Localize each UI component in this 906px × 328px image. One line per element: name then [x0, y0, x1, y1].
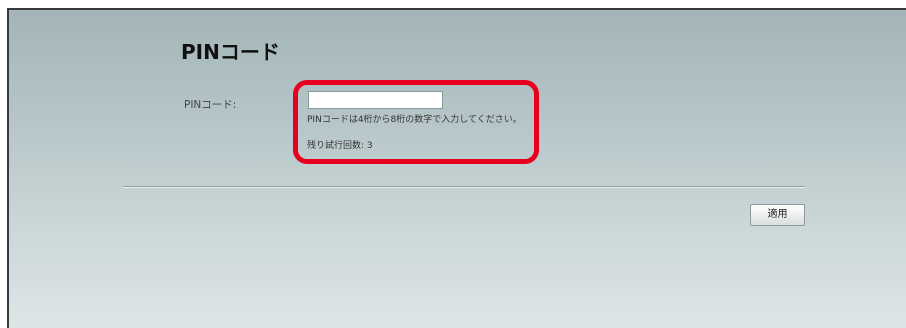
pin-code-input[interactable]	[308, 91, 443, 109]
pin-code-label: PINコード:	[184, 99, 237, 111]
divider	[123, 186, 805, 188]
remaining-attempts-text: 残り試行回数: 3	[307, 141, 373, 151]
page-title: PINコード	[181, 40, 280, 64]
apply-button[interactable]: 適用	[750, 204, 805, 226]
pin-code-hint: PINコードは4桁から8桁の数字で入力してください。	[307, 115, 522, 125]
settings-panel: PINコード PINコード: PINコードは4桁から8桁の数字で入力してください…	[7, 8, 906, 328]
